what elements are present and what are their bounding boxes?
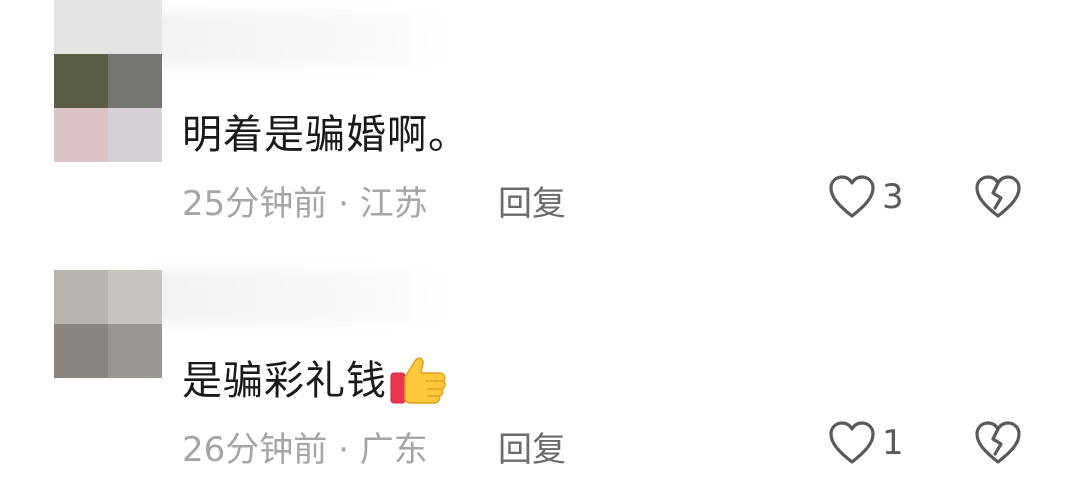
reply-button[interactable]: 回复	[498, 176, 566, 225]
dislike-button[interactable]	[974, 174, 1022, 224]
comment-location: 江苏	[359, 184, 428, 224]
meta-separator: ·	[327, 430, 360, 470]
username-blurred	[150, 12, 450, 66]
thumbs-up-emoji	[390, 357, 446, 404]
comment-text: 明着是骗婚啊。	[182, 102, 469, 160]
comment-location: 广东	[359, 430, 428, 470]
heart-outline-icon	[829, 421, 875, 464]
avatar[interactable]	[54, 270, 162, 378]
comment-text-content: 明着是骗婚啊。	[182, 112, 469, 158]
comment-item: 明着是骗婚啊。 25分钟前 · 江苏 回复 3	[0, 0, 1080, 240]
reply-button[interactable]: 回复	[498, 422, 566, 471]
comment-text: 是骗彩礼钱	[182, 348, 447, 409]
avatar[interactable]	[54, 54, 162, 162]
broken-heart-icon	[975, 175, 1021, 218]
comment-time: 26分钟前	[182, 430, 328, 470]
avatar-blur-top	[54, 0, 162, 54]
like-count: 3	[882, 177, 904, 217]
comment-meta: 25分钟前 · 江苏	[182, 176, 428, 225]
comment-list: 明着是骗婚啊。 25分钟前 · 江苏 回复 3 是骗彩礼钱 26分钟前 · 广东…	[0, 0, 1080, 492]
username-blurred	[150, 270, 450, 324]
comment-item: 是骗彩礼钱 26分钟前 · 广东 回复 1	[0, 240, 1080, 492]
comment-time: 25分钟前	[182, 184, 328, 224]
like-button[interactable]: 1	[828, 420, 904, 466]
meta-separator: ·	[327, 184, 360, 224]
comment-text-content: 是骗彩礼钱	[182, 358, 387, 404]
comment-meta: 26分钟前 · 广东	[182, 422, 428, 471]
broken-heart-icon	[975, 421, 1021, 464]
dislike-button[interactable]	[974, 420, 1022, 470]
like-button[interactable]: 3	[828, 174, 904, 220]
heart-outline-icon	[829, 175, 875, 218]
like-count: 1	[882, 423, 904, 463]
